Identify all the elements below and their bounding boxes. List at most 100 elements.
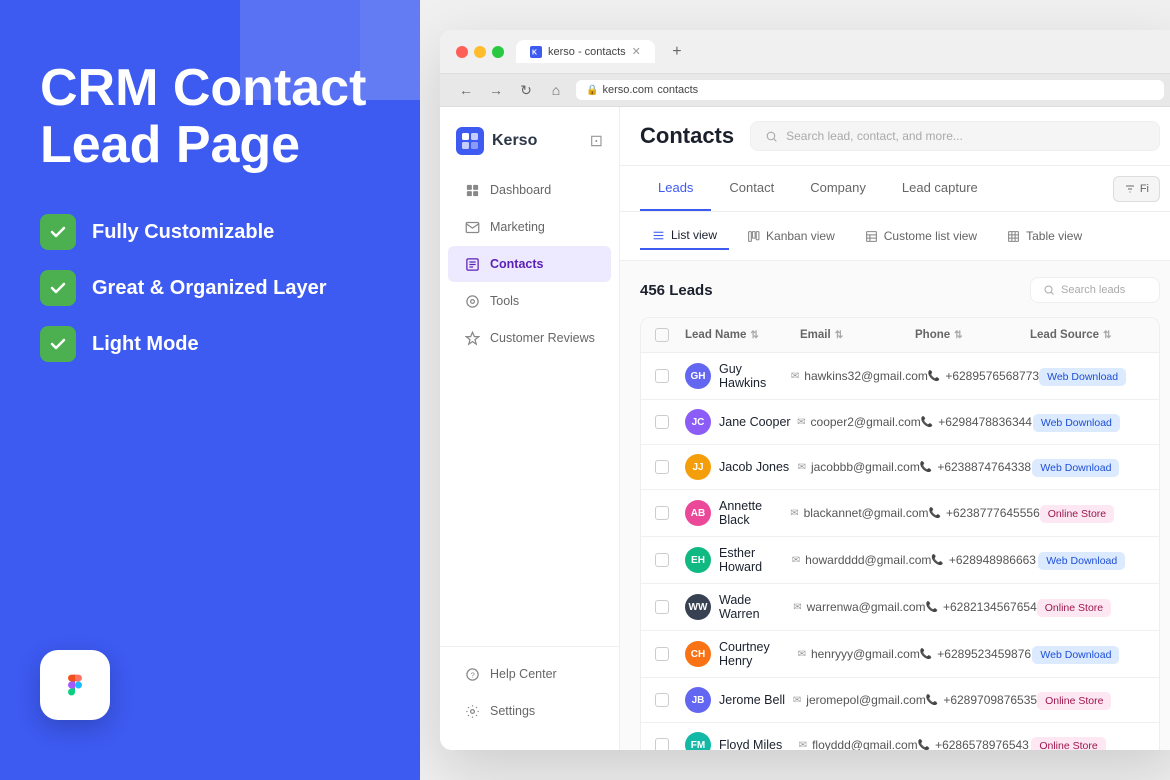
dashboard-icon (464, 182, 480, 198)
phone-icon: 📞 (926, 695, 938, 706)
sidebar-item-dashboard[interactable]: Dashboard (448, 172, 611, 208)
view-custom[interactable]: Custome list view (853, 223, 989, 249)
sidebar: Kerso ⊡ Dashboard Marketing (440, 107, 620, 750)
th-source: Lead Source ⇅ (1030, 328, 1145, 342)
figma-badge (40, 650, 110, 720)
row-checkbox[interactable] (655, 415, 669, 429)
source-badge: Web Download (1033, 414, 1120, 432)
browser-tab-close-icon[interactable]: ✕ (632, 45, 641, 58)
traffic-light-yellow[interactable] (474, 46, 486, 58)
table-row[interactable]: AB Annette Black ✉ blackannet@gmail.com … (641, 490, 1159, 537)
leads-area: 456 Leads Search leads Lead Name ⇅ (620, 261, 1170, 750)
email-icon: ✉ (791, 371, 799, 382)
table-row[interactable]: CH Courtney Henry ✉ henryyy@gmail.com 📞 … (641, 631, 1159, 678)
hero-feature-f3: Light Mode (40, 326, 380, 362)
reload-button[interactable]: ↻ (516, 80, 536, 100)
lead-name: Jerome Bell (719, 693, 785, 707)
tab-company[interactable]: Company (792, 166, 884, 211)
table-row[interactable]: FM Floyd Miles ✉ floyddd@gmail.com 📞 +62… (641, 723, 1159, 750)
browser-tab-label: kerso - contacts (548, 46, 626, 58)
feature-text: Fully Customizable (92, 221, 274, 244)
avatar: FM (685, 732, 711, 750)
source-badge: Online Store (1031, 737, 1105, 751)
feature-text: Great & Organized Layer (92, 277, 327, 300)
kanban-view-icon (747, 230, 760, 243)
sort-email-icon: ⇅ (835, 330, 843, 341)
browser-tab[interactable]: K kerso - contacts ✕ (516, 40, 655, 63)
sidebar-logo: Kerso ⊡ (440, 119, 619, 171)
tools-label: Tools (490, 294, 519, 308)
table-row[interactable]: WW Wade Warren ✉ warrenwa@gmail.com 📞 +6… (641, 584, 1159, 631)
cell-phone: 📞 +6238874764338 (920, 460, 1033, 474)
leads-search-icon (1043, 284, 1055, 296)
cell-phone: 📞 +6286578976543 (918, 738, 1032, 750)
head-checkbox[interactable] (655, 328, 669, 342)
row-checkbox[interactable] (655, 738, 669, 750)
sidebar-item-settings[interactable]: Settings (448, 693, 611, 729)
filter-button[interactable]: Fi (1113, 176, 1160, 202)
email-icon: ✉ (790, 508, 798, 519)
cell-source: Web Download (1039, 367, 1145, 386)
settings-label: Settings (490, 704, 535, 718)
phone-icon: 📞 (931, 555, 943, 566)
custom-view-label: Custome list view (884, 229, 977, 243)
table-row[interactable]: EH Esther Howard ✉ howardddd@gmail.com 📞… (641, 537, 1159, 584)
help-label: Help Center (490, 667, 557, 681)
avatar: JJ (685, 454, 711, 480)
sidebar-item-tools[interactable]: Tools (448, 283, 611, 319)
leads-search[interactable]: Search leads (1030, 277, 1160, 303)
cell-email: ✉ jeromepol@gmail.com (793, 693, 926, 707)
table-view-label: Table view (1026, 229, 1082, 243)
crm-wrapper: K kerso - contacts ✕ + ← → ↻ ⌂ 🔒 kerso.c… (420, 0, 1170, 780)
row-checkbox[interactable] (655, 647, 669, 661)
sidebar-item-contacts[interactable]: Contacts (448, 246, 611, 282)
email-value: howardddd@gmail.com (805, 553, 931, 567)
sort-name-icon: ⇅ (750, 330, 758, 341)
tab-leadcapture[interactable]: Lead capture (884, 166, 996, 211)
sidebar-item-reviews[interactable]: Customer Reviews (448, 320, 611, 356)
phone-icon: 📞 (920, 462, 932, 473)
traffic-light-green[interactable] (492, 46, 504, 58)
row-checkbox[interactable] (655, 693, 669, 707)
app-layout: Kerso ⊡ Dashboard Marketing (440, 107, 1170, 750)
address-path: contacts (657, 84, 698, 96)
header-search[interactable]: Search lead, contact, and more... (750, 121, 1160, 151)
kerso-favicon-icon: K (530, 46, 542, 58)
table-row[interactable]: JC Jane Cooper ✉ cooper2@gmail.com 📞 +62… (641, 400, 1159, 445)
sidebar-item-marketing[interactable]: Marketing (448, 209, 611, 245)
back-button[interactable]: ← (456, 80, 476, 100)
view-list[interactable]: List view (640, 222, 729, 250)
address-bar[interactable]: 🔒 kerso.comcontacts (576, 80, 1164, 100)
email-icon: ✉ (792, 555, 800, 566)
phone-icon: 📞 (928, 371, 940, 382)
sidebar-item-help[interactable]: ? Help Center (448, 656, 611, 692)
tab-contact[interactable]: Contact (711, 166, 792, 211)
row-checkbox[interactable] (655, 600, 669, 614)
home-button[interactable]: ⌂ (546, 80, 566, 100)
cell-email: ✉ blackannet@gmail.com (790, 506, 928, 520)
lead-name: Courtney Henry (719, 640, 798, 668)
view-table[interactable]: Table view (995, 223, 1094, 249)
table-row[interactable]: GH Guy Hawkins ✉ hawkins32@gmail.com 📞 +… (641, 353, 1159, 400)
table-row[interactable]: JJ Jacob Jones ✉ jacobbb@gmail.com 📞 +62… (641, 445, 1159, 490)
marketing-icon (464, 219, 480, 235)
row-checkbox[interactable] (655, 553, 669, 567)
table-row[interactable]: JB Jerome Bell ✉ jeromepol@gmail.com 📞 +… (641, 678, 1159, 723)
lock-icon: 🔒 (586, 85, 598, 96)
browser-chrome: K kerso - contacts ✕ + (440, 30, 1170, 74)
row-checkbox[interactable] (655, 506, 669, 520)
forward-button[interactable]: → (486, 80, 506, 100)
new-tab-button[interactable]: + (667, 42, 687, 62)
traffic-light-red[interactable] (456, 46, 468, 58)
row-checkbox[interactable] (655, 369, 669, 383)
cell-name: EH Esther Howard (685, 546, 792, 574)
contacts-label: Contacts (490, 257, 543, 271)
sidebar-toggle-icon[interactable]: ⊡ (590, 131, 603, 151)
row-checkbox[interactable] (655, 460, 669, 474)
view-kanban[interactable]: Kanban view (735, 223, 847, 249)
email-value: jeromepol@gmail.com (806, 693, 926, 707)
source-badge: Online Store (1037, 599, 1111, 617)
avatar: JC (685, 409, 711, 435)
avatar: GH (685, 363, 711, 389)
tab-leads[interactable]: Leads (640, 166, 711, 211)
